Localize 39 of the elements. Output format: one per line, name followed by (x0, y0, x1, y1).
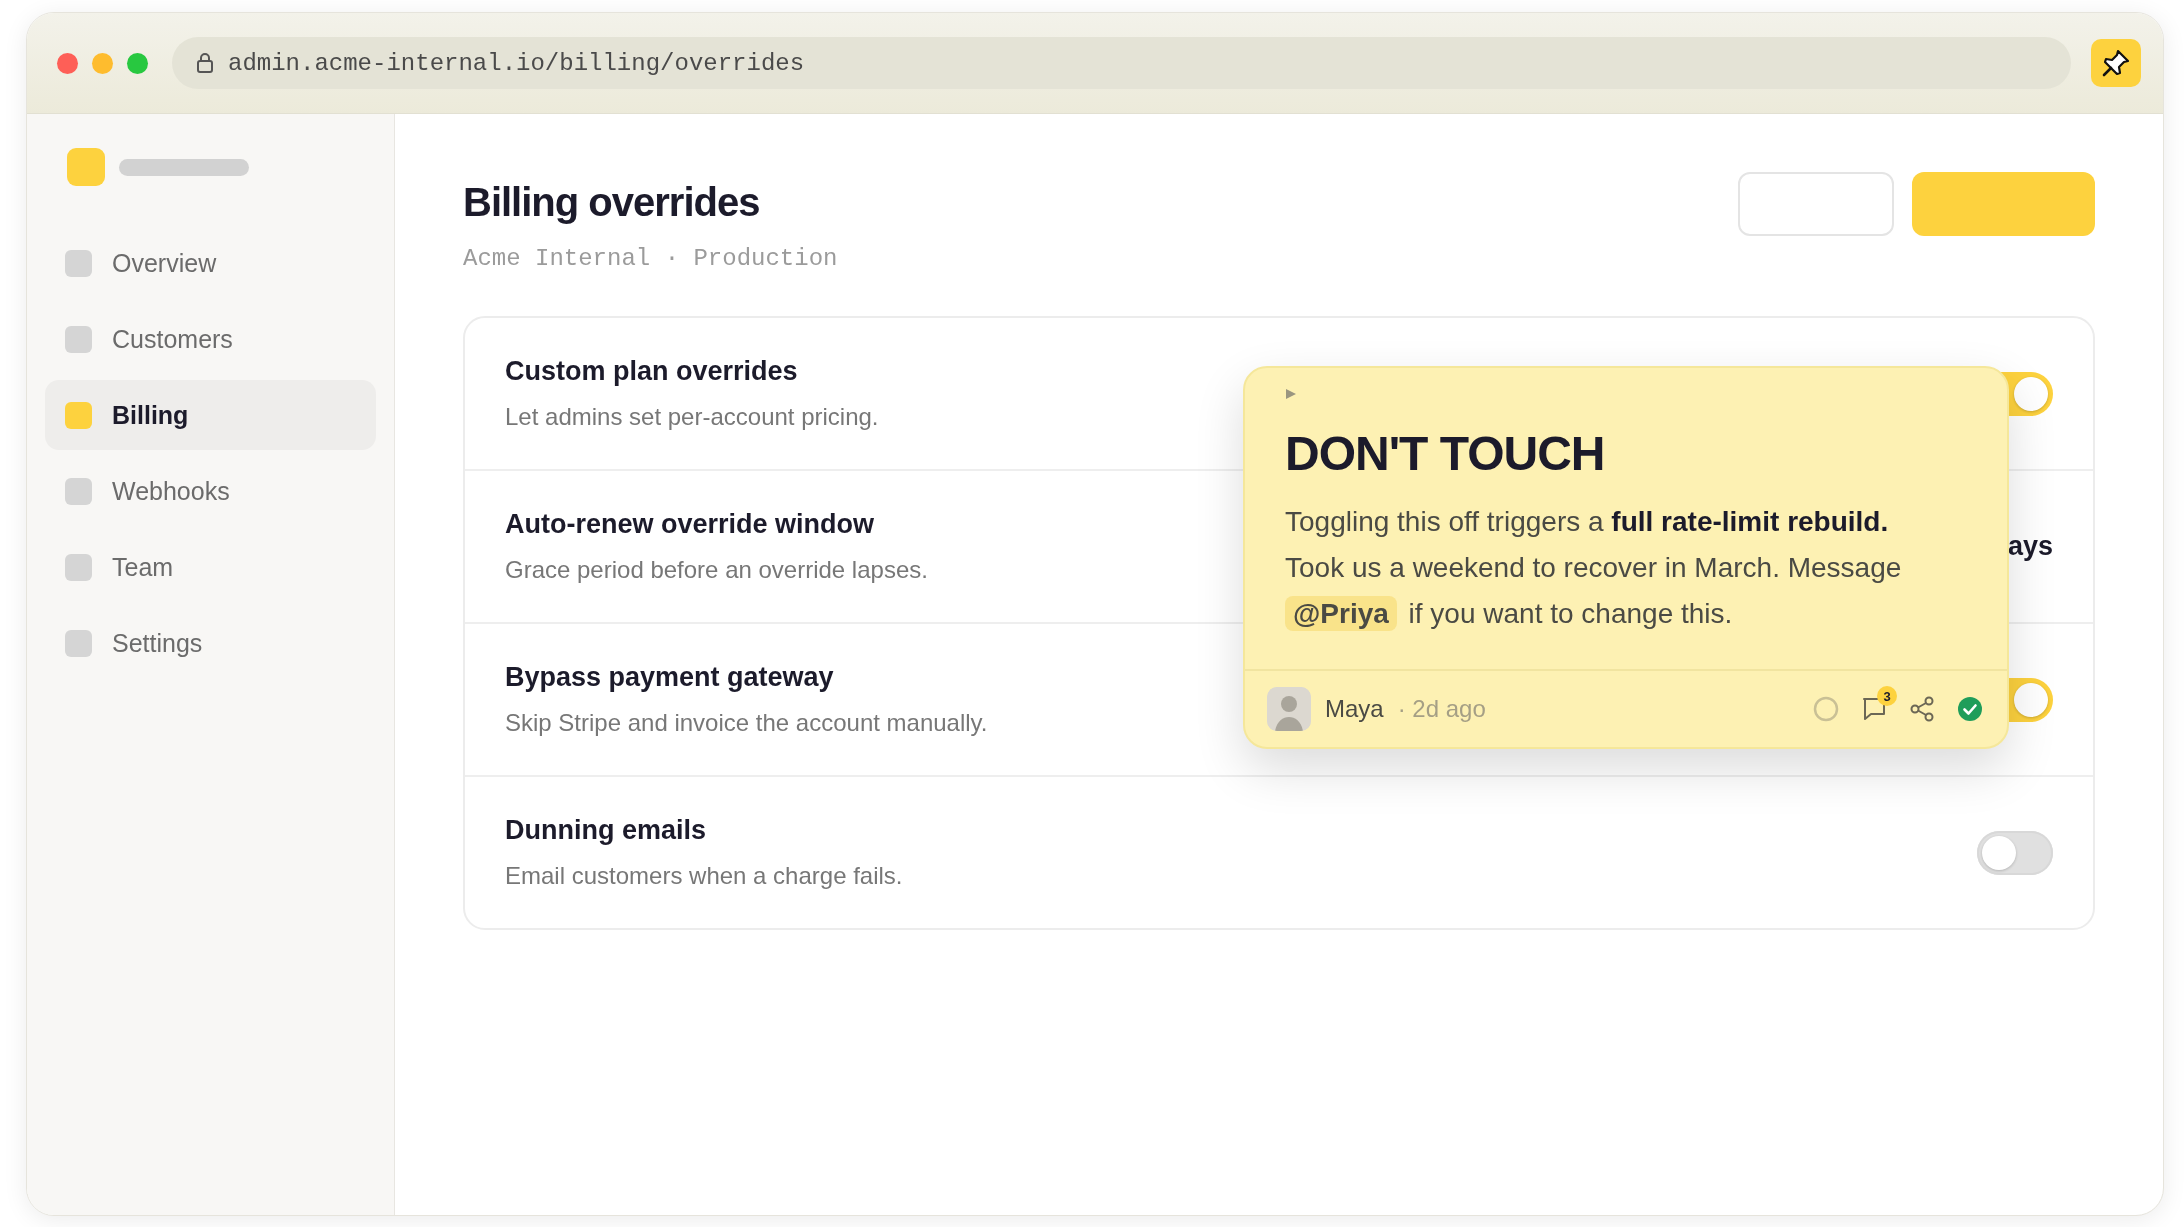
setting-description: Grace period before an override lapses. (505, 556, 928, 584)
setting-title: Custom plan overrides (505, 356, 799, 387)
address-bar[interactable]: admin.acme-internal.io/billing/overrides (172, 37, 2071, 89)
toggle-switch[interactable] (1977, 830, 2053, 875)
setting-description: Skip Stripe and invoice the account manually. (505, 709, 988, 737)
sidebar-item[interactable]: Billing (45, 380, 376, 450)
circle-icon[interactable] (1813, 696, 1839, 722)
sidebar-item[interactable]: Team (45, 532, 376, 602)
maximize-icon[interactable] (127, 52, 148, 74)
page-subtitle: Acme Internal · Production (463, 245, 838, 272)
minimize-icon[interactable] (92, 52, 113, 74)
secondary-button[interactable] (1738, 172, 1894, 236)
setting-title: Dunning emails (505, 815, 708, 846)
collapse-triangle-icon[interactable] (1285, 388, 1297, 400)
setting-title: Bypass payment gateway (505, 662, 835, 693)
sidebar-item[interactable]: Overview (45, 228, 376, 298)
close-icon[interactable] (57, 52, 78, 74)
pushpin-icon (2100, 47, 2132, 79)
comment-button[interactable]: 3 (1861, 686, 1897, 722)
note-title: DON'T TOUCH (1285, 426, 1606, 481)
url-text: admin.acme-internal.io/billing/overrides (228, 49, 805, 77)
primary-button[interactable] (1912, 172, 2095, 236)
page-title: Billing overrides (463, 180, 761, 225)
check-circle-icon[interactable] (1957, 696, 1983, 722)
logo-icon (67, 148, 105, 186)
sidebar-item[interactable]: Settings (45, 608, 376, 678)
setting-description: Email customers when a charge fails. (505, 862, 903, 890)
mention-link[interactable]: @Priya (1285, 596, 1397, 631)
setting-value: ays (2007, 531, 2053, 562)
sidebar-item[interactable]: Customers (45, 304, 376, 374)
author-name: Maya (1325, 695, 1384, 723)
setting-description: Let admins set per-account pricing. (505, 403, 879, 431)
note-text: Toggling this off triggers a full rate-limit rebuild. Took us a weekend to recover in March. Message @Priya if you want to change this. (1285, 505, 1903, 633)
sidebar-item[interactable]: Webhooks (45, 456, 376, 526)
share-icon[interactable] (1909, 696, 1935, 722)
lock-icon (196, 52, 214, 74)
timestamp: · 2d ago (1397, 695, 1486, 723)
setting-title: Auto-renew override window (505, 509, 876, 540)
pin-button[interactable] (2091, 39, 2141, 87)
